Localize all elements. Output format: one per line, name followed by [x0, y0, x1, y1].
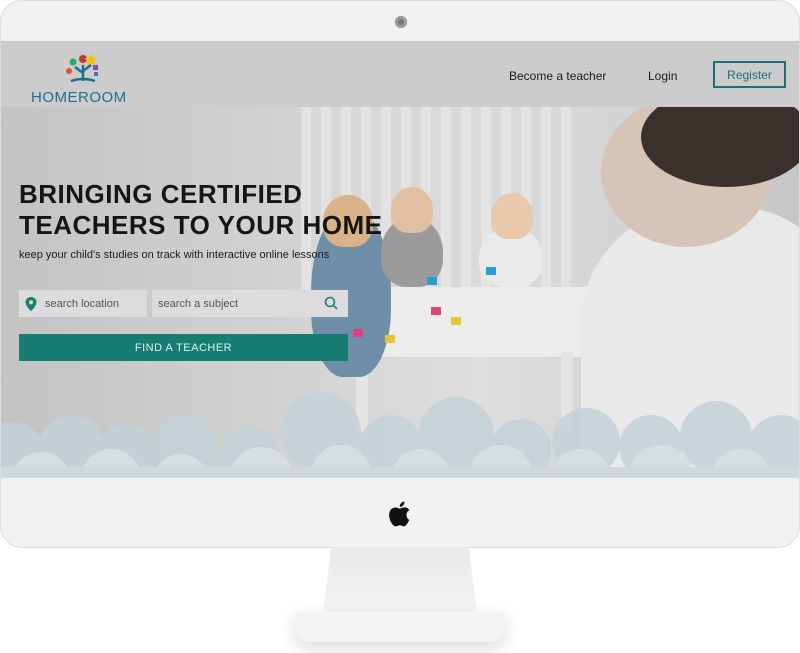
brand-name: HOMEROOM — [31, 89, 127, 106]
monitor-base — [295, 612, 505, 642]
monitor-stand — [322, 547, 478, 621]
apple-logo-icon — [389, 501, 410, 527]
hero-title: BRINGING CERTIFIED TEACHERS TO YOUR HOME — [19, 179, 382, 241]
search-icon[interactable] — [324, 296, 338, 310]
website-screen: HOMEROOM Become a teacher Login Register — [1, 41, 799, 478]
brand-logo[interactable]: HOMEROOM — [29, 51, 127, 106]
camera-icon — [395, 16, 407, 28]
hero-section: BRINGING CERTIFIED TEACHERS TO YOUR HOME… — [1, 107, 799, 478]
subject-search-field[interactable] — [152, 290, 348, 317]
location-input[interactable] — [45, 297, 145, 310]
monitor-mockup: HOMEROOM Become a teacher Login Register — [0, 0, 800, 653]
navbar: HOMEROOM Become a teacher Login Register — [1, 41, 799, 107]
location-search-field[interactable] — [19, 290, 147, 317]
location-pin-icon — [25, 296, 37, 311]
register-button[interactable]: Register — [713, 61, 786, 88]
find-teacher-button[interactable]: FIND A TEACHER — [19, 334, 348, 361]
homeroom-logo-icon — [66, 53, 98, 83]
hero-title-line-2: TEACHERS TO YOUR HOME — [19, 210, 383, 240]
become-teacher-link[interactable]: Become a teacher — [509, 69, 606, 83]
hero-title-line-1: BRINGING CERTIFIED — [19, 179, 303, 209]
subject-input[interactable] — [158, 297, 308, 310]
hero-subtitle: keep your child's studies on track with … — [19, 249, 330, 261]
monitor-frame: HOMEROOM Become a teacher Login Register — [0, 0, 800, 548]
login-link[interactable]: Login — [648, 69, 677, 83]
clouds-decoration — [1, 392, 799, 478]
